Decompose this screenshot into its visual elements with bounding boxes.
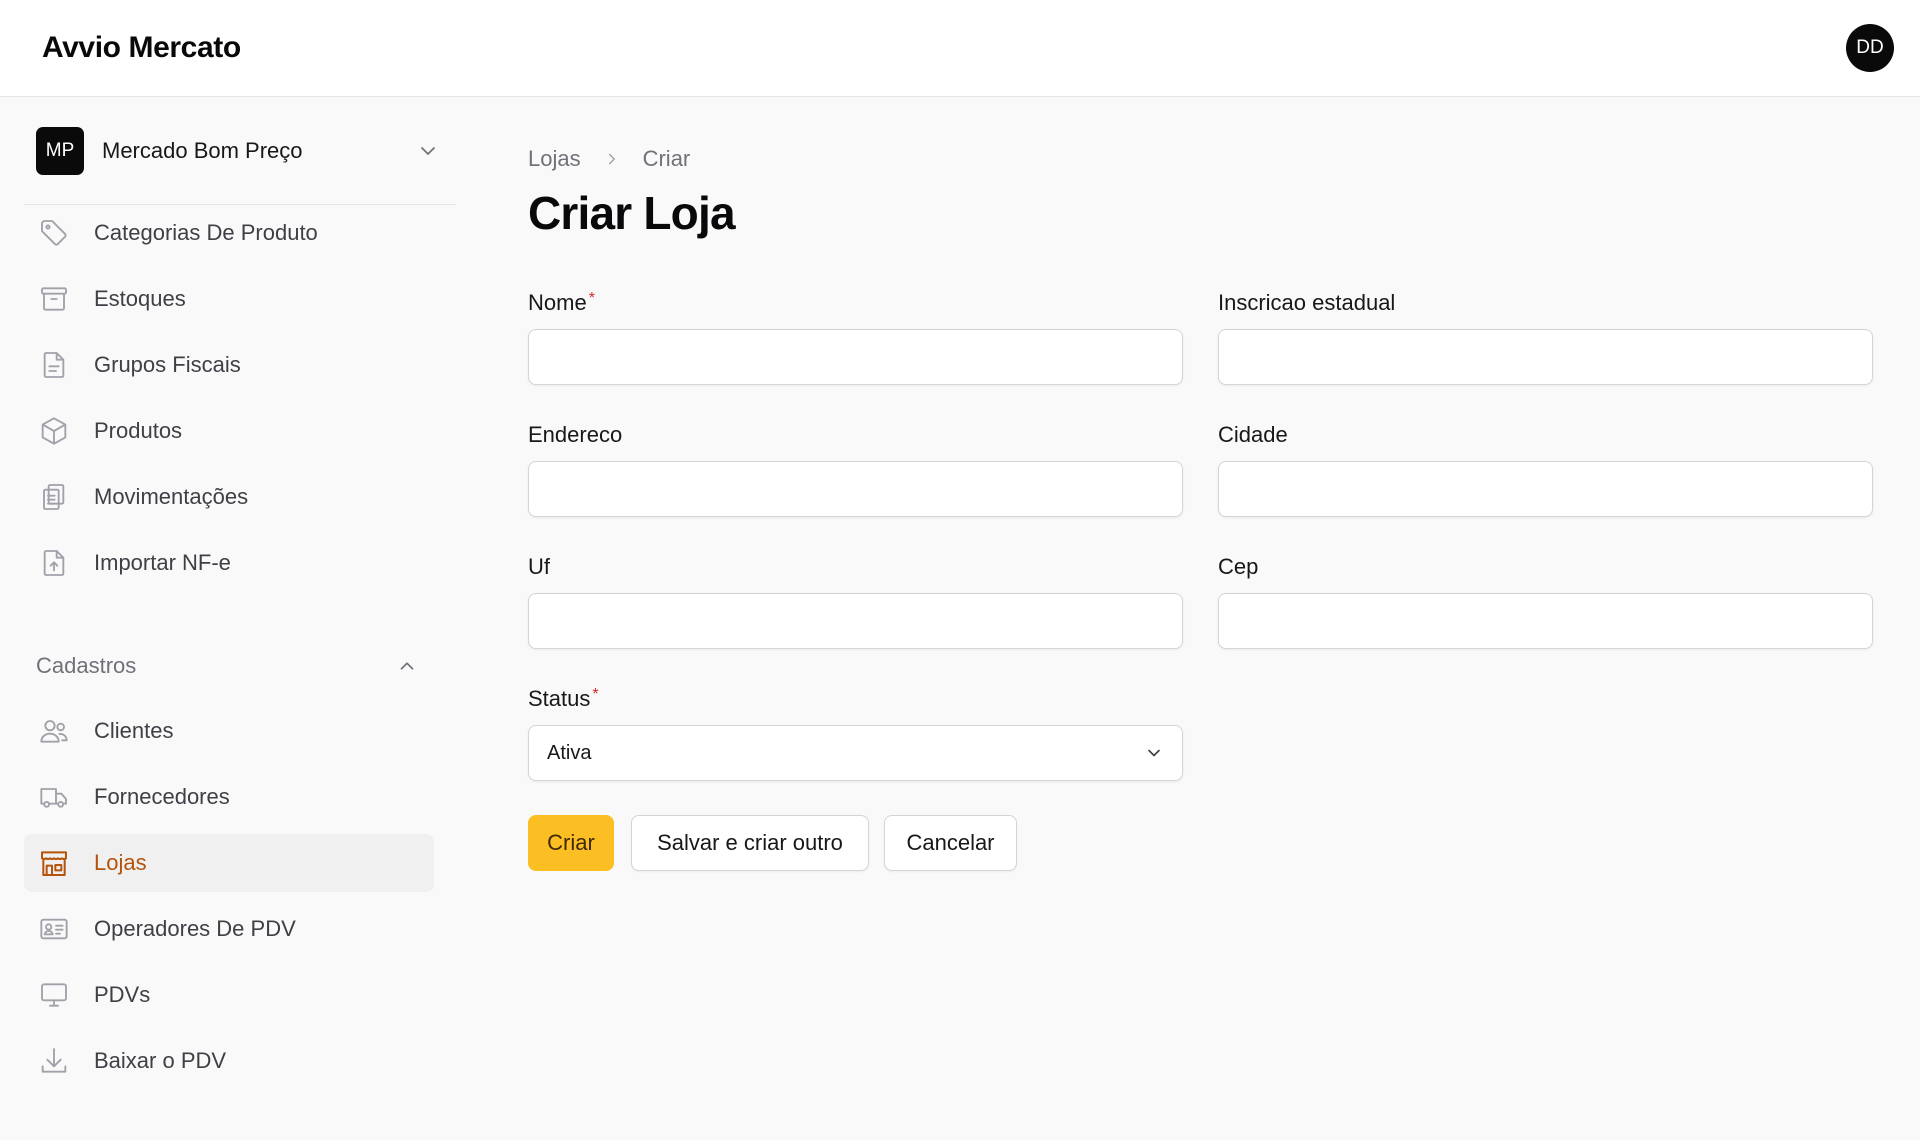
sidebar-item-grupos-fiscais[interactable]: Grupos Fiscais xyxy=(24,336,434,394)
sidebar-item-categorias[interactable]: Categorias De Produto xyxy=(24,204,434,262)
sidebar-item-label: Operadores De PDV xyxy=(94,916,296,941)
document-upload-icon xyxy=(43,550,65,576)
tag-icon xyxy=(41,220,67,246)
status-label-text: Status xyxy=(528,686,591,711)
sidebar-item-label: Estoques xyxy=(94,286,186,311)
document-text-icon xyxy=(43,352,65,378)
nome-label: Nome * xyxy=(528,290,595,316)
sidebar-item-label: Baixar o PDV xyxy=(94,1048,227,1073)
sidebar-item-importar-nfe[interactable]: Importar NF-e xyxy=(24,534,434,592)
chevron-right-icon xyxy=(608,153,615,165)
breadcrumb-current: Criar xyxy=(642,146,691,171)
required-asterisk: * xyxy=(588,290,595,307)
chevron-down-icon xyxy=(1148,749,1160,757)
id-card-icon xyxy=(40,918,68,940)
cancel-button[interactable]: Cancelar xyxy=(884,815,1017,871)
uf-label: Uf xyxy=(528,554,550,579)
page-title: Criar Loja xyxy=(528,187,736,239)
storefront-icon xyxy=(41,851,67,876)
inscricao-estadual-input[interactable] xyxy=(1218,329,1873,385)
cidade-input[interactable] xyxy=(1218,461,1873,517)
sidebar-item-label: Importar NF-e xyxy=(94,550,231,575)
sidebar-item-label: Grupos Fiscais xyxy=(94,352,241,377)
nome-input[interactable] xyxy=(528,329,1183,385)
sidebar-item-pdvs[interactable]: PDVs xyxy=(24,966,434,1024)
chevron-up-icon xyxy=(400,662,414,670)
sidebar-item-label: Lojas xyxy=(94,850,147,875)
app-title[interactable]: Avvio Mercato xyxy=(42,31,241,65)
sidebar-item-estoques[interactable]: Estoques xyxy=(24,270,434,328)
download-icon xyxy=(41,1048,67,1073)
inscricao-estadual-label: Inscricao estadual xyxy=(1218,290,1396,315)
status-select[interactable]: Ativa xyxy=(528,725,1183,781)
chevron-down-icon xyxy=(421,147,435,155)
breadcrumb: Lojas Criar xyxy=(528,144,690,174)
sidebar-group-cadastros[interactable]: Cadastros xyxy=(36,651,418,681)
tenant-name: Mercado Bom Preço xyxy=(102,137,303,163)
cep-label: Cep xyxy=(1218,554,1259,579)
cube-icon xyxy=(41,417,67,445)
sidebar-item-label: Produtos xyxy=(94,418,183,443)
uf-input[interactable] xyxy=(528,593,1183,649)
sidebar-item-label: Clientes xyxy=(94,718,174,743)
sidebar-item-lojas[interactable]: Lojas xyxy=(24,834,434,892)
sidebar-group-label: Cadastros xyxy=(36,653,137,678)
tenant-switcher[interactable]: MP Mercado Bom Preço xyxy=(24,97,456,205)
sidebar-item-movimentacoes[interactable]: Movimentações xyxy=(24,468,434,526)
archive-box-icon xyxy=(41,287,67,311)
sidebar-item-label: Movimentações xyxy=(94,484,249,509)
cidade-label: Cidade xyxy=(1218,422,1288,447)
cep-input[interactable] xyxy=(1218,593,1873,649)
status-select-value: Ativa xyxy=(547,741,592,764)
truck-icon xyxy=(40,788,67,808)
sidebar-item-label: Categorias De Produto xyxy=(94,220,318,245)
create-button[interactable]: Criar xyxy=(528,815,614,871)
sidebar-item-baixar-pdv[interactable]: Baixar o PDV xyxy=(24,1032,434,1090)
status-label: Status * xyxy=(528,686,599,712)
save-and-create-another-button[interactable]: Salvar e criar outro xyxy=(631,815,869,871)
monitor-icon xyxy=(41,983,67,1007)
required-asterisk: * xyxy=(592,686,599,703)
users-icon xyxy=(40,720,68,743)
top-bar: Avvio Mercato DD xyxy=(0,0,1920,97)
user-avatar[interactable]: DD xyxy=(1846,24,1894,72)
clipboard-list-icon xyxy=(43,484,65,510)
tenant-badge: MP xyxy=(36,126,84,175)
sidebar-item-fornecedores[interactable]: Fornecedores xyxy=(24,768,434,826)
sidebar-item-label: Fornecedores xyxy=(94,784,230,809)
endereco-input[interactable] xyxy=(528,461,1183,517)
sidebar-item-operadores-pdv[interactable]: Operadores De PDV xyxy=(24,900,434,958)
sidebar-item-produtos[interactable]: Produtos xyxy=(24,402,434,460)
breadcrumb-lojas[interactable]: Lojas xyxy=(528,146,581,172)
endereco-label: Endereco xyxy=(528,422,623,447)
nome-label-text: Nome xyxy=(528,290,587,315)
sidebar-item-clientes[interactable]: Clientes xyxy=(24,702,434,760)
sidebar-item-label: PDVs xyxy=(94,982,151,1007)
